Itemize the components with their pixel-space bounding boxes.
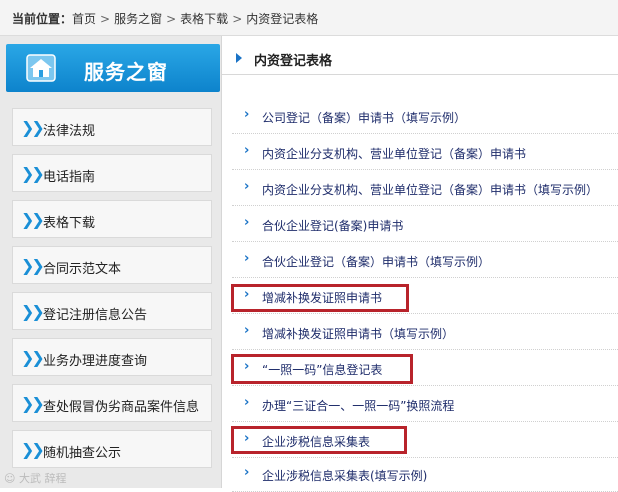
double-chevron-right-icon: ❯❯ [21,394,45,413]
form-link-label[interactable]: 增减补换发证照申请书（填写示例） [262,325,454,342]
highlight-box [231,284,409,312]
double-chevron-right-icon: ❯❯ [21,164,45,183]
sidebar-item-progress-query[interactable]: ❯❯ 业务办理进度查询 [12,338,212,376]
sidebar-item-label: 查处假冒伪劣商品案件信息 [43,400,200,415]
watermark-logo: ☺ 大武 辞程 [4,472,67,485]
form-link[interactable]: › 公司登记（备案）申请书（填写示例） [232,100,618,134]
highlight-box [231,354,413,384]
sidebar-title: 服务之窗 [84,60,168,84]
sidebar-item-registration-notice[interactable]: ❯❯ 登记注册信息公告 [12,292,212,330]
sidebar-item-phone[interactable]: ❯❯ 电话指南 [12,154,212,192]
sidebar-item-label: 电话指南 [43,170,96,185]
double-chevron-right-icon: ❯❯ [21,210,45,229]
double-chevron-right-icon: ❯❯ [21,440,45,459]
double-chevron-right-icon: ❯❯ [21,302,45,321]
sidebar-item-label: 业务办理进度查询 [43,354,148,369]
form-link-label[interactable]: 合伙企业登记(备案)申请书 [262,217,403,234]
form-link-label[interactable]: 公司登记（备案）申请书（填写示例） [262,109,466,126]
chevron-right-icon: › [244,215,250,230]
breadcrumb-label: 当前位置： [12,12,73,26]
form-link[interactable]: › 办理“三证合一、一照一码”换照流程 [232,388,618,422]
double-chevron-right-icon: ❯❯ [21,348,45,367]
form-link[interactable]: › 内资企业分支机构、营业单位登记（备案）申请书 [232,136,618,170]
form-link-label[interactable]: 内资企业分支机构、营业单位登记（备案）申请书（填写示例） [262,181,598,198]
form-link-label[interactable]: 企业涉税信息采集表(填写示例) [262,467,427,484]
breadcrumb-current: 内资登记表格 [246,12,319,26]
breadcrumb-separator: > [100,12,111,26]
sidebar: 服务之窗 ❯❯ 法律法规 ❯❯ 电话指南 ❯❯ 表格下载 ❯❯ 合同示范文本 ❯… [0,36,222,488]
chevron-right-icon: › [244,251,250,266]
home-icon [26,54,56,82]
sidebar-item-forms[interactable]: ❯❯ 表格下载 [12,200,212,238]
sidebar-item-label: 登记注册信息公告 [43,308,148,323]
sidebar-item-label: 合同示范文本 [43,262,122,277]
breadcrumb-separator: > [166,12,177,26]
sidebar-item-counterfeit-cases[interactable]: ❯❯ 查处假冒伪劣商品案件信息 [12,384,212,422]
page-title: 内资登记表格 [254,54,333,69]
form-link-label[interactable]: 办理“三证合一、一照一码”换照流程 [262,397,454,414]
form-link[interactable]: › 内资企业分支机构、营业单位登记（备案）申请书（填写示例） [232,172,618,206]
breadcrumb-downloads[interactable]: 表格下载 [180,12,228,26]
chevron-right-icon: › [244,395,250,410]
double-chevron-right-icon: ❯❯ [21,118,45,137]
chevron-right-icon: › [244,143,250,158]
form-link-label[interactable]: 内资企业分支机构、营业单位登记（备案）申请书 [262,145,526,162]
form-link[interactable]: › 合伙企业登记(备案)申请书 [232,208,618,242]
breadcrumb: 当前位置：首页 > 服务之窗 > 表格下载 > 内资登记表格 [0,0,618,36]
form-link[interactable]: › 合伙企业登记（备案）申请书（填写示例） [232,244,618,278]
sidebar-header: 服务之窗 [6,44,220,92]
sidebar-item-label: 法律法规 [43,124,96,139]
chevron-right-icon: › [244,465,250,480]
chevron-right-icon: › [244,107,250,122]
form-link-label[interactable]: 合伙企业登记（备案）申请书（填写示例） [262,253,490,270]
sidebar-item-law[interactable]: ❯❯ 法律法规 [12,108,212,146]
double-chevron-right-icon: ❯❯ [21,256,45,275]
breadcrumb-service[interactable]: 服务之窗 [114,12,162,26]
sidebar-item-label: 随机抽查公示 [43,446,122,461]
main-header: 内资登记表格 [230,44,618,74]
form-link[interactable]: › 增减补换发证照申请书（填写示例） [232,316,618,350]
header-divider [222,74,618,75]
sidebar-item-random-inspection[interactable]: ❯❯ 随机抽查公示 [12,430,212,468]
triangle-right-icon [236,53,242,63]
breadcrumb-separator: > [232,12,243,26]
sidebar-item-label: 表格下载 [43,216,96,231]
chevron-right-icon: › [244,179,250,194]
form-link[interactable]: › 企业涉税信息采集表(填写示例) [232,458,618,492]
breadcrumb-home[interactable]: 首页 [72,12,96,26]
sidebar-item-contracts[interactable]: ❯❯ 合同示范文本 [12,246,212,284]
highlight-box [231,426,407,454]
chevron-right-icon: › [244,323,250,338]
